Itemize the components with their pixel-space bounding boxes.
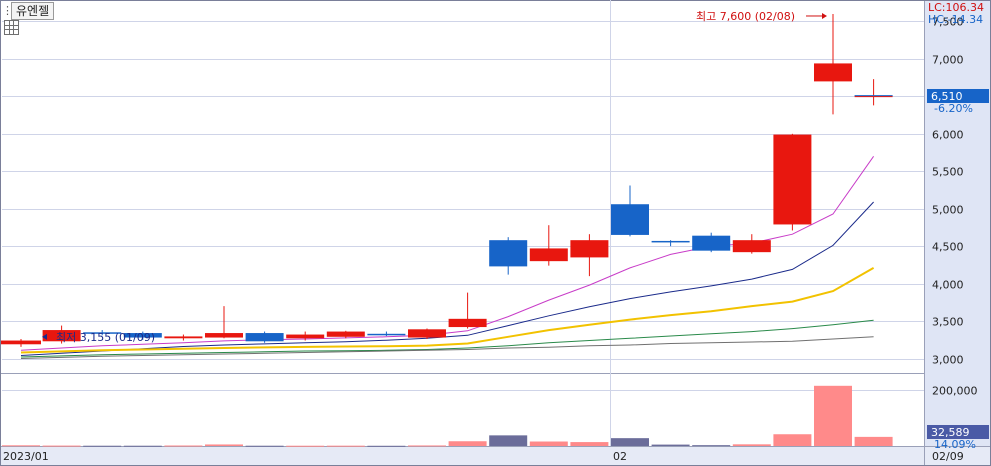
stock-chart-window: 3,0003,5004,0004,5005,0005,5006,0006,500… bbox=[0, 0, 991, 466]
x-tick-label: 02/09 bbox=[932, 450, 964, 463]
volume-bar bbox=[164, 445, 203, 447]
candle bbox=[408, 328, 446, 340]
y-tick-label: 3,500 bbox=[932, 316, 964, 329]
volume-bar bbox=[408, 445, 446, 447]
y-tick-label: 4,500 bbox=[932, 241, 964, 254]
candle-body bbox=[651, 240, 690, 243]
volume-bar bbox=[326, 445, 365, 447]
candle-body bbox=[367, 333, 406, 336]
volume-bar bbox=[611, 438, 649, 446]
volume-bar bbox=[205, 444, 243, 446]
volume-bar bbox=[651, 444, 690, 446]
volume-bar bbox=[854, 436, 893, 446]
candle-body bbox=[732, 240, 771, 253]
volume-bar bbox=[529, 441, 568, 446]
candle-body bbox=[245, 333, 284, 342]
price-chart[interactable]: 3,0003,5004,0004,5005,0005,5006,0006,500… bbox=[0, 0, 991, 466]
volume-bar bbox=[732, 444, 771, 446]
low-annotation: 최저 3,155 (01/09) bbox=[56, 331, 155, 344]
volume-bar bbox=[2, 445, 40, 447]
candle-body bbox=[489, 240, 528, 267]
volume-bar bbox=[773, 434, 812, 446]
candle-body bbox=[814, 63, 852, 82]
volume-tick-label: 200,000 bbox=[932, 385, 978, 398]
volume-bar bbox=[42, 445, 81, 447]
volume-bar bbox=[286, 445, 325, 447]
y-tick-label: 3,000 bbox=[932, 354, 964, 367]
volume-bar bbox=[814, 385, 852, 446]
candle-body bbox=[448, 318, 487, 328]
candle-body bbox=[611, 204, 649, 235]
price-change: -6.20% bbox=[934, 102, 973, 115]
candle bbox=[245, 331, 284, 343]
volume-bar bbox=[245, 445, 284, 447]
volume-bar bbox=[570, 442, 609, 446]
volume-bar bbox=[123, 445, 162, 447]
candle-body bbox=[529, 248, 568, 262]
candle-body bbox=[326, 331, 365, 337]
candle-body bbox=[286, 334, 325, 339]
candle-body bbox=[408, 329, 446, 338]
volume-bar bbox=[489, 435, 528, 446]
x-axis-panel bbox=[0, 446, 991, 466]
candle-body bbox=[1, 340, 41, 345]
grid-icon[interactable] bbox=[4, 20, 19, 35]
volume-bar bbox=[367, 445, 406, 447]
y-tick-label: 5,500 bbox=[932, 166, 964, 179]
volume-ratio: 14.09% bbox=[934, 438, 976, 451]
y-tick-label: 7,000 bbox=[932, 54, 964, 67]
volume-bar bbox=[83, 445, 122, 447]
y-tick-label: 4,000 bbox=[932, 279, 964, 292]
high-annotation: 최고 7,600 (02/08) bbox=[696, 10, 795, 23]
candle-body bbox=[570, 240, 609, 258]
candle bbox=[773, 133, 812, 231]
x-tick-label: 02 bbox=[613, 450, 627, 463]
candle-body bbox=[692, 235, 731, 251]
volume-bar bbox=[692, 445, 731, 447]
hc-indicator: HC:-14.34 bbox=[928, 13, 984, 26]
x-tick-label: 2023/01 bbox=[3, 450, 49, 463]
y-tick-label: 5,000 bbox=[932, 204, 964, 217]
stock-name[interactable]: 유엔젤 bbox=[11, 2, 55, 20]
candle-body bbox=[773, 134, 812, 225]
volume-bar bbox=[448, 441, 487, 446]
candle-body bbox=[205, 333, 243, 338]
candle-body bbox=[164, 336, 203, 339]
y-tick-label: 6,000 bbox=[932, 129, 964, 142]
